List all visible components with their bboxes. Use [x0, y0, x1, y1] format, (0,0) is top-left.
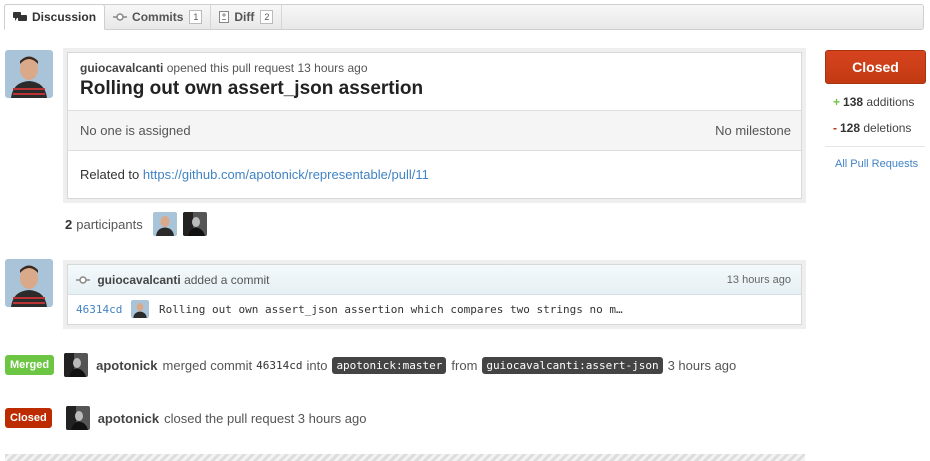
- assignment-bar: No one is assigned No milestone: [68, 111, 801, 151]
- commit-sha-link[interactable]: 46314cd: [76, 303, 131, 316]
- state-closed-button[interactable]: Closed: [825, 50, 926, 84]
- merge-sha-link[interactable]: 46314cd: [256, 359, 302, 372]
- commit-action: added a commit: [184, 272, 270, 287]
- merge-into-text: into: [306, 357, 328, 373]
- discussion-icon: [13, 11, 27, 23]
- timeline-end-divider: [5, 454, 805, 461]
- deletions-count: 128: [840, 121, 861, 135]
- all-pull-requests-link[interactable]: All Pull Requests: [835, 158, 918, 170]
- commit-author-link[interactable]: guiocavalcanti: [97, 273, 180, 287]
- commit-icon: [76, 276, 90, 285]
- commit-card: guiocavalcanti added a commit 13 hours a…: [67, 264, 802, 325]
- merge-time: 3 hours ago: [667, 357, 737, 373]
- deletions-stat: -128 deletions: [833, 121, 911, 135]
- tab-diff[interactable]: Diff 2: [211, 5, 283, 29]
- diff-count-badge: 2: [260, 10, 274, 24]
- merger-link[interactable]: apotonick: [96, 358, 157, 373]
- source-branch[interactable]: guiocavalcanti:assert-json: [482, 356, 663, 374]
- participants-count: 2: [65, 216, 73, 232]
- closed-badge: Closed: [5, 408, 52, 428]
- opened-text: opened this pull request 13 hours ago: [166, 61, 368, 75]
- pull-request-body: Related to https://github.com/apotonick/…: [68, 151, 801, 198]
- tab-label: Diff: [234, 10, 255, 24]
- pull-request-card: guiocavalcanti opened this pull request …: [67, 52, 802, 199]
- additions-stat: +138 additions: [833, 95, 914, 109]
- commit-time: 13 hours ago: [726, 273, 791, 286]
- commit-icon: [113, 12, 128, 22]
- close-text: closed the pull request 3 hours ago: [164, 410, 367, 426]
- commit-row: 46314cd Rolling out own assert_json asse…: [68, 295, 801, 323]
- commit-header-left: guiocavalcanti added a commit: [76, 273, 269, 287]
- sidebar-divider: [825, 146, 925, 147]
- commit-row-avatar[interactable]: [131, 300, 149, 318]
- closer-link[interactable]: apotonick: [98, 411, 159, 426]
- participant-avatar[interactable]: [182, 212, 207, 236]
- participants: 2 participants: [65, 212, 207, 236]
- milestone-text[interactable]: No milestone: [715, 123, 791, 138]
- minus-icon: -: [833, 121, 837, 135]
- tab-bar: Discussion Commits 1 Diff 2: [4, 4, 924, 30]
- merged-badge: Merged: [5, 355, 55, 375]
- pull-request-header: guiocavalcanti opened this pull request …: [68, 53, 801, 111]
- diff-icon: [219, 11, 230, 23]
- participant-avatar[interactable]: [152, 212, 177, 236]
- tab-label: Discussion: [32, 10, 97, 24]
- tab-commits[interactable]: Commits 1: [105, 5, 212, 29]
- closer-avatar[interactable]: [65, 406, 90, 430]
- close-event: Closed apotonick closed the pull request…: [5, 406, 366, 430]
- commit-message[interactable]: Rolling out own assert_json assertion wh…: [159, 303, 623, 316]
- body-text: Related to: [80, 167, 140, 182]
- author-link[interactable]: guiocavalcanti: [80, 61, 163, 75]
- commit-author-avatar[interactable]: [5, 259, 53, 307]
- tab-discussion[interactable]: Discussion: [4, 4, 106, 30]
- page-title: Rolling out own assert_json assertion: [80, 78, 424, 99]
- merger-avatar[interactable]: [64, 353, 89, 377]
- target-branch[interactable]: apotonick:master: [332, 356, 447, 374]
- commit-count-badge: 1: [189, 10, 203, 24]
- additions-count: 138: [843, 95, 864, 109]
- additions-label: additions: [866, 95, 915, 109]
- participants-label: participants: [76, 216, 143, 232]
- commit-header: guiocavalcanti added a commit 13 hours a…: [68, 265, 801, 295]
- merge-text: merged commit: [162, 357, 253, 373]
- pull-request-meta: guiocavalcanti opened this pull request …: [80, 61, 789, 75]
- plus-icon: +: [833, 95, 841, 109]
- deletions-label: deletions: [863, 121, 912, 135]
- merge-from-text: from: [451, 357, 478, 373]
- related-link[interactable]: https://github.com/apotonick/representab…: [143, 167, 429, 182]
- assignee-text[interactable]: No one is assigned: [80, 123, 191, 138]
- tab-label: Commits: [132, 10, 184, 24]
- merge-event: Merged apotonick merged commit 46314cd i…: [5, 353, 736, 377]
- author-avatar[interactable]: [5, 50, 53, 98]
